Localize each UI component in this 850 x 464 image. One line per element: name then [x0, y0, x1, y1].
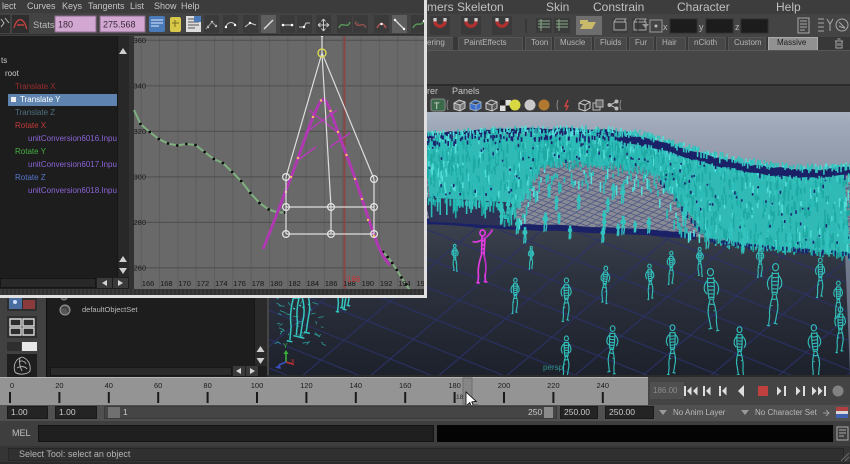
- svg-text:184: 184: [307, 279, 320, 288]
- svg-text:340: 340: [134, 81, 147, 90]
- svg-text:178: 178: [252, 279, 265, 288]
- svg-text:360: 360: [134, 36, 147, 45]
- svg-text:x: x: [663, 22, 668, 32]
- svg-text:T: T: [434, 101, 440, 111]
- svg-text:z: z: [735, 22, 740, 32]
- svg-text:176: 176: [233, 279, 246, 288]
- svg-text:180: 180: [58, 20, 73, 30]
- svg-text:19: 19: [417, 279, 425, 288]
- svg-text:Y: Y: [283, 343, 288, 350]
- svg-text:182: 182: [288, 279, 301, 288]
- svg-text:172: 172: [197, 279, 210, 288]
- svg-text:180: 180: [270, 279, 283, 288]
- svg-text:166: 166: [142, 279, 155, 288]
- svg-text:192: 192: [380, 279, 393, 288]
- svg-text:persp: persp: [543, 363, 564, 372]
- svg-text:194: 194: [398, 279, 411, 288]
- svg-text:174: 174: [215, 279, 228, 288]
- svg-text:168: 168: [160, 279, 173, 288]
- svg-text:275.568: 275.568: [103, 20, 136, 30]
- svg-text:x: x: [291, 358, 295, 365]
- svg-text:190: 190: [362, 279, 375, 288]
- svg-text:280: 280: [134, 218, 147, 227]
- svg-text:320: 320: [134, 127, 147, 136]
- svg-text:300: 300: [134, 172, 147, 181]
- svg-text:186: 186: [325, 279, 338, 288]
- svg-text:170: 170: [178, 279, 191, 288]
- svg-text:186: 186: [347, 275, 361, 284]
- svg-text:Stats: Stats: [33, 20, 55, 31]
- svg-text:260: 260: [134, 263, 147, 272]
- svg-text:y: y: [699, 22, 704, 32]
